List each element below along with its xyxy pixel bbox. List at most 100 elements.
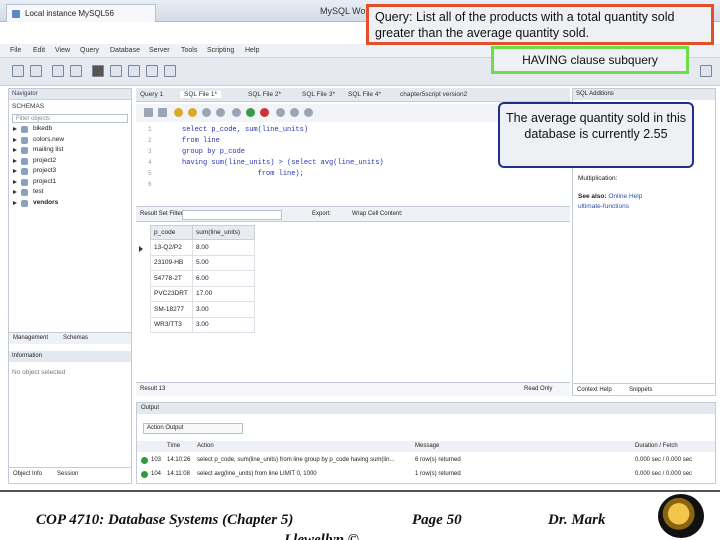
tab-query-1[interactable]: Query 1: [140, 91, 163, 98]
schema-item-colors[interactable]: colors.new: [9, 135, 131, 146]
output-col-action[interactable]: Action: [197, 443, 214, 449]
author-name: Dr. Mark: [548, 512, 606, 528]
no-object-text: No object selected: [12, 369, 66, 376]
column-header[interactable]: p_code: [150, 225, 193, 240]
tab-sql-file-4[interactable]: SQL File 4*: [348, 91, 381, 98]
expand-arrow-icon[interactable]: [13, 148, 17, 152]
result-filter-input[interactable]: [182, 210, 282, 220]
open-sql-icon[interactable]: [30, 65, 42, 77]
stop-icon[interactable]: [216, 108, 225, 117]
expand-arrow-icon[interactable]: [13, 200, 17, 205]
inspector-icon[interactable]: [70, 65, 82, 77]
cell[interactable]: 8.00: [192, 239, 255, 256]
table-row[interactable]: 13-Q2/P2 8.00: [150, 239, 255, 256]
schema-item-test[interactable]: test: [9, 187, 131, 198]
table-row[interactable]: 23109-HB 5.00: [150, 254, 255, 271]
editor-tabs: Query 1 SQL File 1* SQL File 2* SQL File…: [136, 88, 570, 102]
beautify-icon[interactable]: [290, 108, 299, 117]
see-also-label: See also:: [578, 193, 607, 200]
tab-chapter5script[interactable]: chapter5script version2: [400, 91, 467, 98]
schema-item-project1[interactable]: project1: [9, 177, 131, 188]
menu-view[interactable]: View: [55, 47, 70, 54]
menu-help[interactable]: Help: [245, 47, 259, 54]
menu-edit[interactable]: Edit: [33, 47, 45, 54]
schema-item-project3[interactable]: project3: [9, 166, 131, 177]
tab-management[interactable]: Management: [13, 335, 48, 341]
open-file-icon[interactable]: [144, 108, 153, 117]
toggle-icon[interactable]: [276, 108, 285, 117]
cell[interactable]: 3.00: [192, 301, 255, 318]
commit-icon[interactable]: [246, 108, 255, 117]
autocommit-icon[interactable]: [232, 108, 241, 117]
output-row[interactable]: 103 14:10:26 select p_code, sum(line_uni…: [137, 455, 715, 467]
table-row[interactable]: WR3/TT3 3.00: [150, 316, 255, 333]
export-label[interactable]: Export:: [312, 211, 331, 217]
expand-arrow-icon[interactable]: [13, 169, 17, 173]
expand-arrow-icon[interactable]: [13, 127, 17, 131]
table-row[interactable]: SM-18277 3.00: [150, 301, 255, 318]
rollback-icon[interactable]: [260, 108, 269, 117]
tab-schemas[interactable]: Schemas: [63, 335, 88, 341]
online-help-link[interactable]: Online Help: [608, 193, 642, 200]
new-connection-icon[interactable]: [12, 65, 24, 77]
tab-sql-file-3[interactable]: SQL File 3*: [302, 91, 335, 98]
tab-sql-file-2[interactable]: SQL File 2*: [248, 91, 281, 98]
panel-toggle-icon[interactable]: [700, 65, 712, 77]
create-procedure-icon[interactable]: [146, 65, 158, 77]
schema-item-project2[interactable]: project2: [9, 156, 131, 167]
tab-session[interactable]: Session: [57, 471, 78, 477]
functions-link[interactable]: ultimate-functions: [578, 203, 629, 210]
schema-item-vendors[interactable]: vendors: [9, 198, 131, 209]
cell[interactable]: 6.00: [192, 270, 255, 287]
menu-query[interactable]: Query: [80, 47, 99, 54]
wrap-cell-label[interactable]: Wrap Cell Content:: [352, 211, 403, 217]
execute-icon[interactable]: [174, 108, 183, 117]
output-type-select[interactable]: Action Output: [143, 423, 243, 434]
tab-snippets[interactable]: Snippets: [629, 387, 652, 393]
menu-file[interactable]: File: [10, 47, 21, 54]
cell[interactable]: 23109-HB: [150, 254, 193, 271]
expand-arrow-icon[interactable]: [13, 179, 17, 184]
schema-item-bikedb[interactable]: bikedb: [9, 124, 131, 135]
create-table-icon[interactable]: [110, 65, 122, 77]
schema-filter-input[interactable]: Filter objects: [12, 114, 128, 123]
search-icon[interactable]: [164, 65, 176, 77]
tab-sql-file-1[interactable]: SQL File 1*: [180, 91, 221, 98]
table-row[interactable]: PVC23DRT 17.00: [150, 285, 255, 302]
cell[interactable]: 5.00: [192, 254, 255, 271]
schema-item-mailing[interactable]: mailing list: [9, 145, 131, 156]
create-schema-icon[interactable]: [92, 65, 104, 77]
tab-result[interactable]: Result 13: [140, 386, 165, 392]
output-row-action: select p_code, sum(line_units) from line…: [197, 457, 395, 463]
table-row[interactable]: 54778-2T 6.00: [150, 270, 255, 287]
cell[interactable]: 54778-2T: [150, 270, 193, 287]
cell[interactable]: SM-18277: [150, 301, 193, 318]
tab-object-info[interactable]: Object Info: [13, 471, 42, 477]
expand-arrow-icon[interactable]: [13, 137, 17, 142]
cell[interactable]: 17.00: [192, 285, 255, 302]
expand-arrow-icon[interactable]: [13, 158, 17, 163]
column-header[interactable]: sum(line_units): [192, 225, 255, 240]
menu-server[interactable]: Server: [149, 47, 170, 54]
menu-tools[interactable]: Tools: [181, 47, 197, 54]
output-row-number: 103: [151, 457, 162, 463]
cell[interactable]: 13-Q2/P2: [150, 239, 193, 256]
menu-database[interactable]: Database: [110, 47, 140, 54]
tab-context-help[interactable]: Context Help: [577, 387, 612, 393]
output-col-message[interactable]: Message: [415, 443, 439, 449]
output-row[interactable]: 104 14:11:08 select avg(line_units) from…: [137, 469, 715, 481]
save-icon[interactable]: [158, 108, 167, 117]
instance-tab[interactable]: Local instance MySQL56: [6, 4, 156, 22]
output-col-time[interactable]: Time: [167, 443, 180, 449]
cell[interactable]: PVC23DRT: [150, 285, 193, 302]
explain-icon[interactable]: [202, 108, 211, 117]
cell[interactable]: 3.00: [192, 316, 255, 333]
expand-arrow-icon[interactable]: [13, 190, 17, 194]
create-view-icon[interactable]: [128, 65, 140, 77]
menu-scripting[interactable]: Scripting: [207, 47, 234, 54]
output-col-duration[interactable]: Duration / Fetch: [635, 443, 678, 449]
find-icon[interactable]: [304, 108, 313, 117]
cell[interactable]: WR3/TT3: [150, 316, 193, 333]
execute-current-icon[interactable]: [188, 108, 197, 117]
new-query-icon[interactable]: [52, 65, 64, 77]
